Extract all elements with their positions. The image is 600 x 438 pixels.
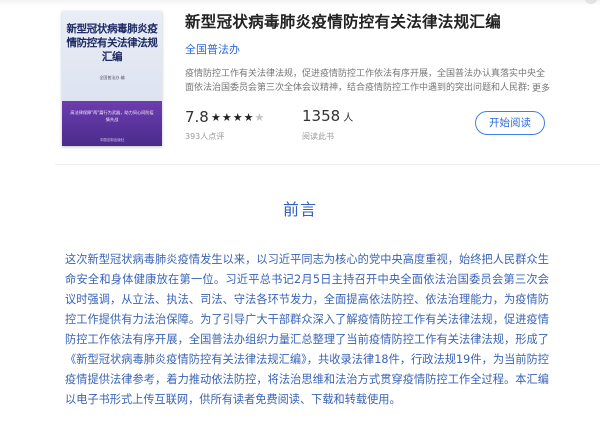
cover-band-footer: 中国法制出版社	[99, 138, 125, 142]
cover-title: 新型冠状病毒肺炎疫情防控有关法律法规汇编	[66, 23, 158, 63]
rating-count: 393人点评	[185, 132, 225, 141]
cover-purple-band: 高法律保障"两"篇行为武器，助力同心同防疫情共战 中国法制出版社	[62, 101, 162, 146]
empty-star-icon: ★	[254, 111, 266, 124]
book-cover[interactable]: 新型冠状病毒肺炎疫情防控有关法律法规汇编 全国普法办 编 高法律保障"两"篇行为…	[62, 11, 162, 146]
book-title: 新型冠状病毒肺炎疫情防控有关法律法规汇编	[185, 12, 502, 31]
reader-label: 阅读此书	[302, 132, 334, 141]
more-link[interactable]: 更多	[529, 81, 551, 94]
section-divider	[55, 164, 600, 165]
book-description: 疫情防控工作有关法律法规，促进疫情防控工作依法有序开展，全国普法办认真落实中央全…	[185, 69, 546, 93]
reader-count-number: 1358	[302, 107, 341, 125]
reader-count-unit: 人	[343, 113, 354, 124]
rating-value: 7.8	[185, 108, 209, 126]
book-author-link[interactable]: 全国普法办	[185, 41, 240, 57]
rating-stars: ★★★★★	[211, 111, 265, 124]
star-icon: ★	[232, 111, 244, 124]
section-title: 前言	[282, 200, 317, 219]
half-star-icon: ★	[243, 111, 255, 124]
top-fade	[0, 0, 600, 6]
preface-text: 这次新型冠状病毒肺炎疫情发生以来，以习近平同志为核心的党中央高度重视，始终把人民…	[65, 253, 549, 406]
star-icon: ★	[221, 111, 233, 124]
reader-count: 1358 人	[302, 107, 353, 125]
cover-band-text: 高法律保障"两"篇行为武器，助力同心同防疫情共战	[70, 110, 154, 122]
star-icon: ★	[211, 111, 222, 124]
start-reading-button[interactable]: 开始阅读	[475, 111, 545, 135]
cover-publisher: 全国普法办 编	[99, 75, 125, 80]
